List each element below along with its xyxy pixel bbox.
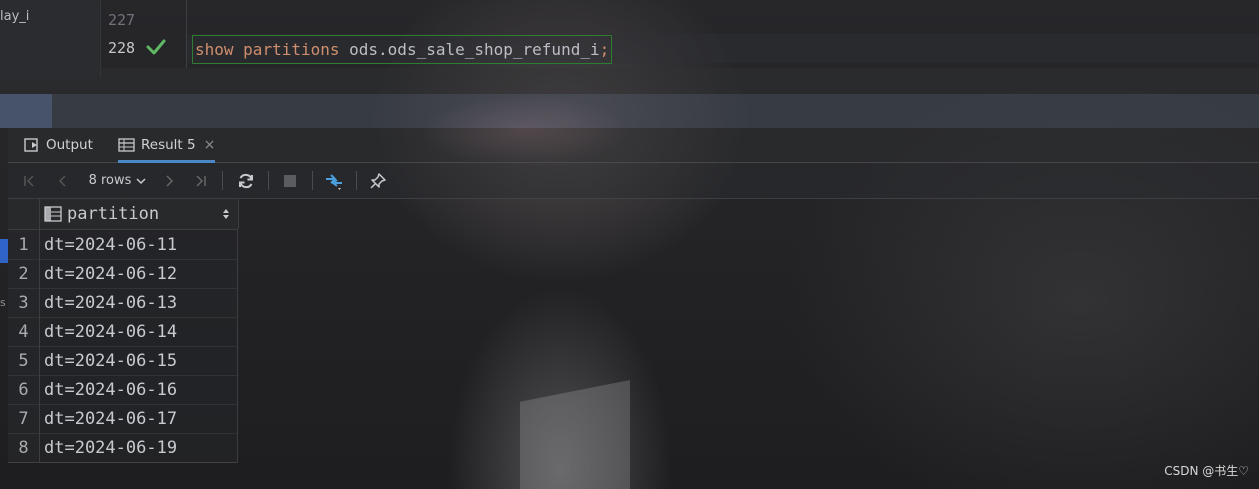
column-icon	[44, 206, 62, 222]
project-file-label[interactable]: lay_i	[0, 9, 29, 24]
chevron-right-icon	[166, 174, 174, 187]
previous-page-button[interactable]	[52, 163, 74, 198]
row-number: 8	[8, 433, 40, 462]
row-number: 7	[8, 404, 40, 433]
table-row[interactable]: 8 dt=2024-06-19	[8, 433, 238, 463]
compare-icon	[326, 173, 342, 190]
line-number: 228	[108, 39, 136, 57]
row-number: 2	[8, 259, 40, 288]
editor-gutter: 227 228	[100, 0, 187, 68]
last-page-button[interactable]	[190, 163, 212, 198]
table-icon	[118, 138, 135, 152]
table-row[interactable]: 1 dt=2024-06-11	[8, 230, 238, 260]
first-page-button[interactable]	[18, 163, 40, 198]
line-number: 227	[108, 11, 136, 29]
column-header-partition[interactable]: partition	[40, 199, 239, 229]
table-row[interactable]: 5 dt=2024-06-15	[8, 346, 238, 376]
results-tab-bar: Output Result 5 ×	[8, 128, 1259, 163]
table-cell[interactable]: dt=2024-06-14	[40, 317, 238, 346]
row-number: 3	[8, 288, 40, 317]
tab-label: Result 5	[141, 137, 196, 153]
chevron-left-icon	[58, 174, 66, 187]
next-page-button[interactable]	[158, 163, 180, 198]
side-panel-letter: s	[0, 296, 6, 309]
table-cell[interactable]: dt=2024-06-19	[40, 433, 238, 462]
sort-icon[interactable]	[222, 208, 230, 220]
toolbar-separator	[356, 171, 357, 190]
table-row[interactable]: 3 dt=2024-06-13	[8, 288, 238, 318]
row-number: 5	[8, 346, 40, 375]
sql-keyword: partitions	[243, 40, 340, 59]
results-toolbar: 8 rows	[8, 163, 1259, 199]
editor-separator	[0, 68, 1259, 94]
selection-marker	[0, 239, 8, 263]
toolbar-separator	[222, 171, 223, 190]
checkmark-icon	[146, 39, 166, 55]
close-icon[interactable]: ×	[204, 137, 216, 153]
row-number: 4	[8, 317, 40, 346]
stop-button[interactable]	[278, 163, 302, 198]
refresh-icon	[239, 173, 253, 188]
table-cell[interactable]: dt=2024-06-17	[40, 404, 238, 433]
tab-output[interactable]: Output	[24, 128, 93, 162]
tab-label: Output	[46, 137, 93, 153]
sql-keyword: show	[195, 40, 234, 59]
table-row[interactable]: 7 dt=2024-06-17	[8, 404, 238, 434]
rows-dropdown[interactable]: 8 rows	[82, 163, 154, 198]
chevron-down-icon	[136, 177, 146, 184]
watermark: CSDN @书生♡	[1164, 464, 1249, 478]
row-number: 6	[8, 375, 40, 404]
table-cell[interactable]: dt=2024-06-12	[40, 259, 238, 288]
row-number: 1	[8, 230, 40, 259]
table-row[interactable]: 6 dt=2024-06-16	[8, 375, 238, 405]
sql-terminator: ;	[599, 40, 610, 59]
column-header-label: partition	[67, 204, 160, 224]
table-cell[interactable]: dt=2024-06-15	[40, 346, 238, 375]
compare-button[interactable]	[320, 163, 348, 198]
pin-tab-button[interactable]	[366, 163, 390, 198]
panel-splitter[interactable]	[0, 94, 1259, 128]
pin-icon	[370, 172, 386, 189]
table-row[interactable]: 2 dt=2024-06-12	[8, 259, 238, 289]
last-page-icon	[196, 174, 206, 187]
table-row[interactable]: 4 dt=2024-06-14	[8, 317, 238, 347]
toolbar-separator	[312, 171, 313, 190]
table-cell[interactable]: dt=2024-06-16	[40, 375, 238, 404]
row-number-header	[8, 199, 40, 229]
table-cell[interactable]: dt=2024-06-13	[40, 288, 238, 317]
refresh-button[interactable]	[234, 163, 258, 198]
tab-result[interactable]: Result 5 ×	[118, 128, 216, 163]
first-page-icon	[24, 174, 34, 187]
toolbar-separator	[268, 171, 269, 190]
stop-icon	[284, 174, 296, 187]
table-cell[interactable]: dt=2024-06-11	[40, 230, 238, 259]
output-icon	[24, 138, 38, 152]
sql-statement[interactable]: show partitions ods.ods_sale_shop_refund…	[192, 35, 613, 64]
grid-header: partition	[8, 199, 239, 230]
project-panel: lay_i	[0, 0, 101, 78]
sql-identifier: ods.ods_sale_shop_refund_i	[349, 40, 600, 59]
rows-count: 8 rows	[88, 173, 132, 188]
code-editor[interactable]: 227 228 show partitions ods.ods_sale_sho…	[100, 0, 1259, 68]
